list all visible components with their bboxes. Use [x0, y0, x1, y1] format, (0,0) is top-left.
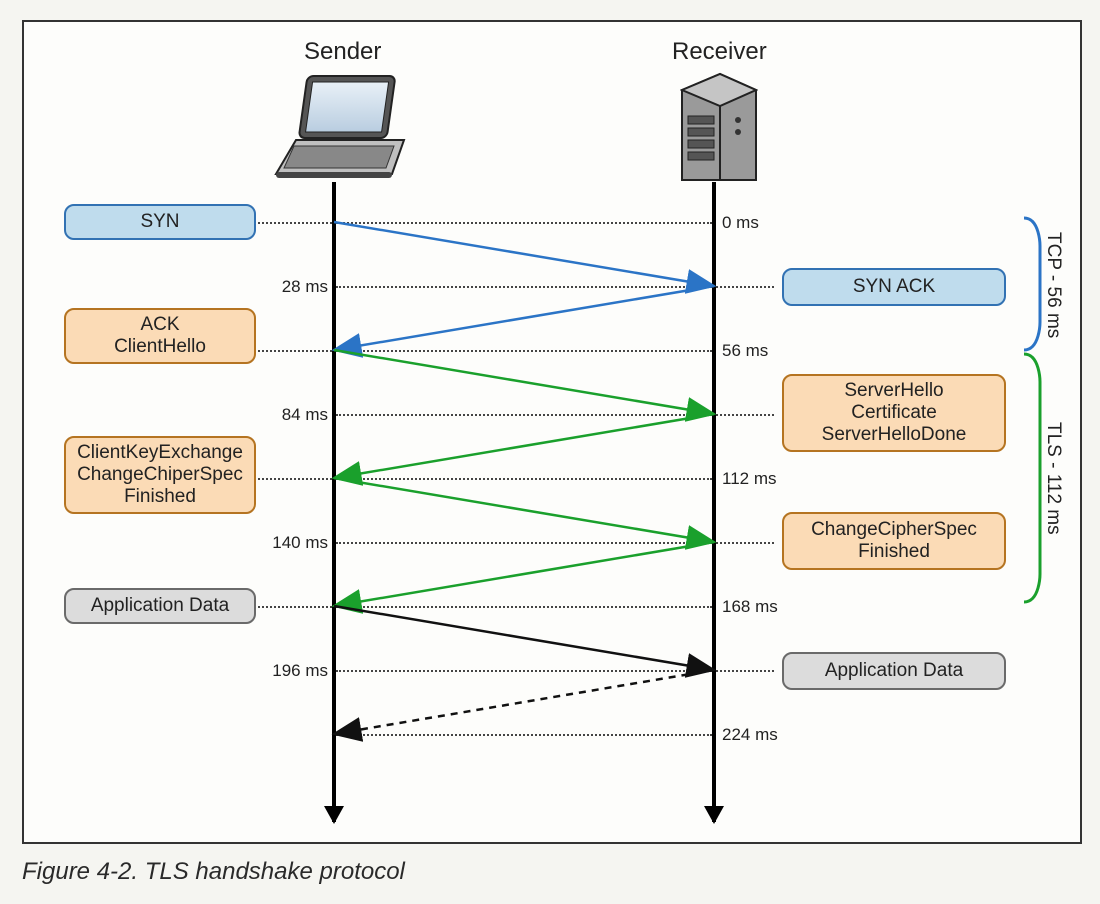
phase-tls-label: TLS - 112 ms: [1042, 422, 1064, 535]
msg-ack-line2: ClientHello: [114, 336, 206, 358]
msg-ack-line1: ACK: [140, 314, 179, 336]
msg-appdata-client: Application Data: [64, 588, 256, 624]
msg-cke-line2: ChangeChiperSpec: [77, 464, 243, 486]
msg-sh-line1: ServerHello: [844, 380, 943, 402]
msg-synack-text: SYN ACK: [853, 276, 935, 298]
phase-tcp-label: TCP - 56 ms: [1042, 232, 1064, 338]
diagram-frame: Sender Receiver: [22, 20, 1082, 844]
page: Sender Receiver: [0, 0, 1100, 904]
msg-sh-line3: ServerHelloDone: [822, 424, 967, 446]
msg-clientkeyexchange: ClientKeyExchange ChangeChiperSpec Finis…: [64, 436, 256, 514]
msg-appdata-server-text: Application Data: [825, 660, 963, 682]
msg-cc-line2: Finished: [858, 541, 930, 563]
msg-sh-line2: Certificate: [851, 402, 937, 424]
msg-appdata-server: Application Data: [782, 652, 1006, 690]
msg-changecipher: ChangeCipherSpec Finished: [782, 512, 1006, 570]
msg-cc-line1: ChangeCipherSpec: [811, 519, 977, 541]
msg-cke-line1: ClientKeyExchange: [77, 442, 243, 464]
figure-caption: Figure 4-2. TLS handshake protocol: [22, 858, 405, 886]
msg-ack-clienthello: ACK ClientHello: [64, 308, 256, 364]
msg-serverhello: ServerHello Certificate ServerHelloDone: [782, 374, 1006, 452]
msg-appdata-client-text: Application Data: [91, 595, 229, 617]
msg-syn: SYN: [64, 204, 256, 240]
msg-cke-line3: Finished: [124, 486, 196, 508]
msg-syn-text: SYN: [140, 211, 179, 233]
msg-synack: SYN ACK: [782, 268, 1006, 306]
